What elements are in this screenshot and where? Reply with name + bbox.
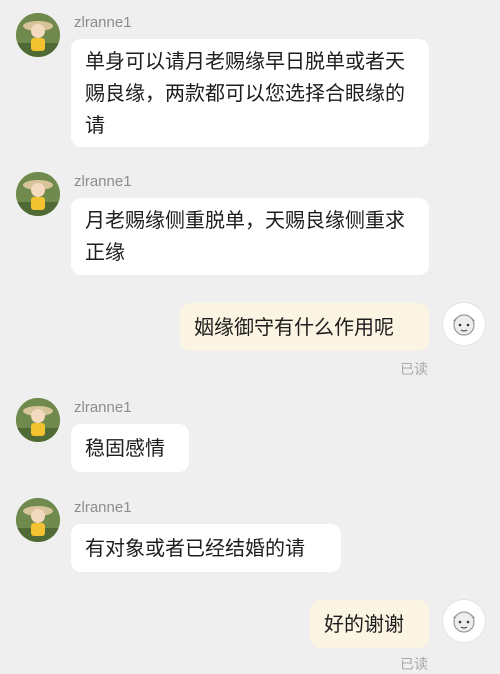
message-text: 姻缘御守有什么作用呢 <box>194 315 394 339</box>
sender-avatar[interactable] <box>16 498 60 542</box>
my-avatar[interactable] <box>443 303 485 345</box>
my-avatar[interactable] <box>443 600 485 642</box>
sender-name: zlranne1 <box>74 499 132 516</box>
message-bubble[interactable]: 单身可以请月老赐缘早日脱单或者天赐良缘，两款都可以您选择合眼缘的请 <box>71 39 429 147</box>
cartoon-face-avatar-icon <box>443 600 485 642</box>
message-text: 好的谢谢 <box>324 612 404 636</box>
message-bubble[interactable]: 月老赐缘侧重脱单，天赐良缘侧重求正缘 <box>71 198 429 275</box>
sender-name: zlranne1 <box>74 399 132 416</box>
girl-doll-avatar-icon <box>16 172 60 216</box>
message-bubble[interactable]: 稳固感情 <box>71 424 189 472</box>
message-text: 稳固感情 <box>85 436 165 460</box>
message-bubble-outgoing[interactable]: 姻缘御守有什么作用呢 <box>180 303 429 351</box>
read-receipt: 已读 <box>400 657 428 673</box>
message-text: 月老赐缘侧重脱单，天赐良缘侧重求正缘 <box>85 208 405 264</box>
message-bubble-outgoing[interactable]: 好的谢谢 <box>310 600 429 648</box>
sender-avatar[interactable] <box>16 13 60 57</box>
sender-avatar[interactable] <box>16 398 60 442</box>
message-text: 单身可以请月老赐缘早日脱单或者天赐良缘，两款都可以您选择合眼缘的请 <box>85 49 405 137</box>
message-text: 有对象或者已经结婚的请 <box>85 536 305 560</box>
cartoon-face-avatar-icon <box>443 303 485 345</box>
read-receipt: 已读 <box>400 362 428 378</box>
sender-name: zlranne1 <box>74 173 132 190</box>
sender-name: zlranne1 <box>74 14 132 31</box>
message-bubble[interactable]: 有对象或者已经结婚的请 <box>71 524 341 572</box>
girl-doll-avatar-icon <box>16 398 60 442</box>
sender-avatar[interactable] <box>16 172 60 216</box>
girl-doll-avatar-icon <box>16 498 60 542</box>
girl-doll-avatar-icon <box>16 13 60 57</box>
